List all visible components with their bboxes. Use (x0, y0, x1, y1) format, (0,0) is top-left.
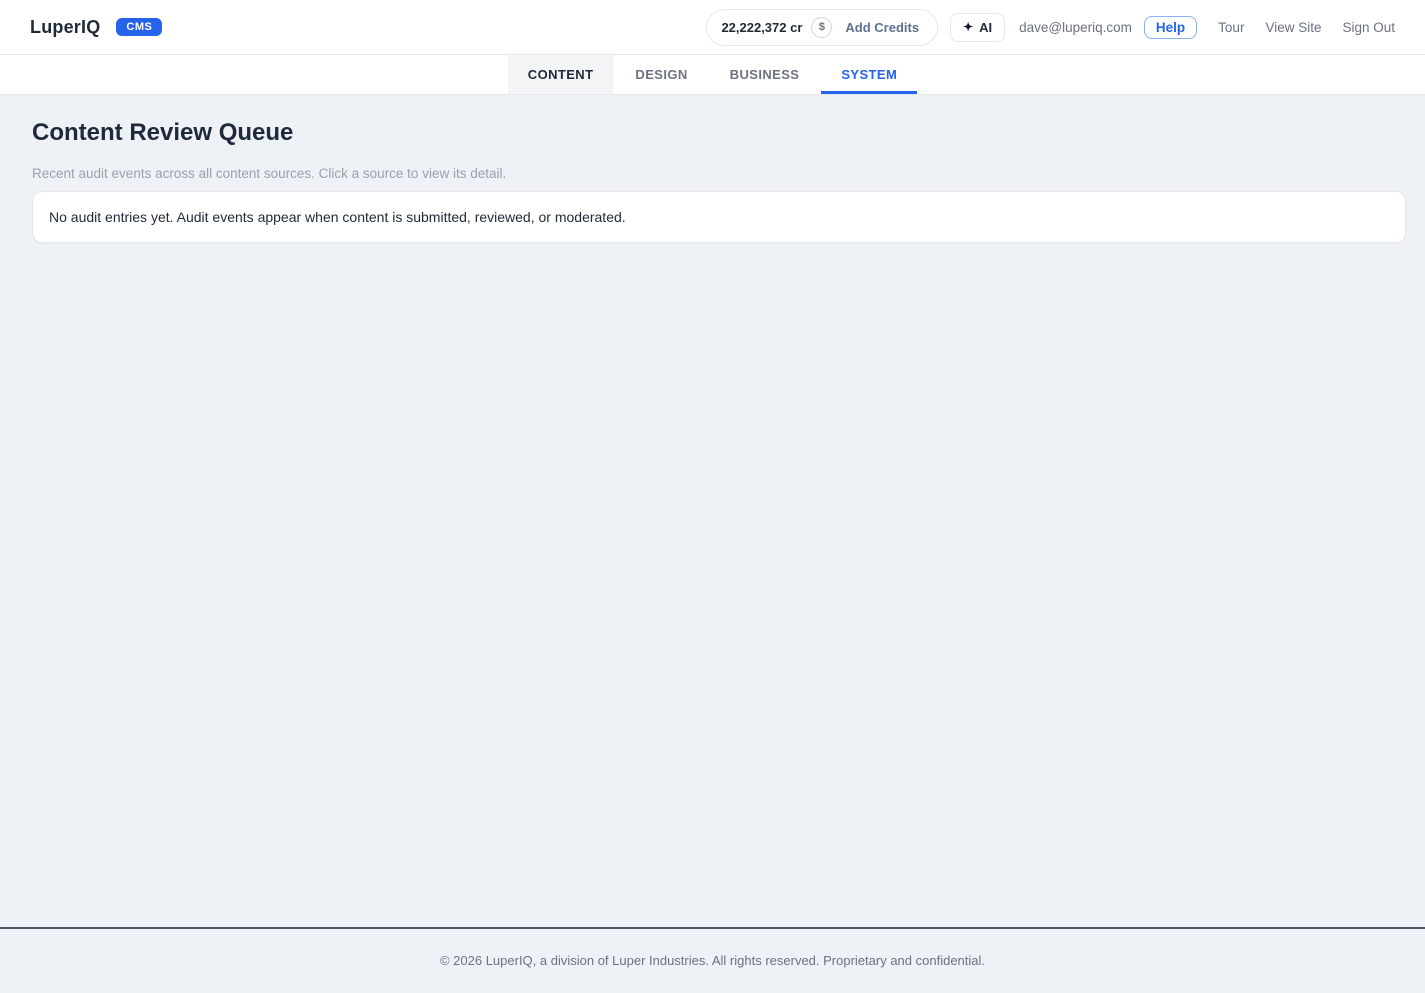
tab-system[interactable]: SYSTEM (821, 55, 917, 94)
credits-amount: 22,222,372 cr (721, 20, 802, 35)
sparkle-icon: ✦ (963, 20, 973, 34)
add-credits-button[interactable]: Add Credits (841, 20, 923, 35)
user-email: dave@luperiq.com (1019, 20, 1132, 35)
view-site-link[interactable]: View Site (1265, 20, 1321, 35)
ai-assistant-button[interactable]: ✦ AI (950, 13, 1005, 42)
ai-button-label: AI (979, 20, 992, 35)
help-button[interactable]: Help (1144, 16, 1197, 39)
tour-link[interactable]: Tour (1218, 20, 1244, 35)
tab-business[interactable]: BUSINESS (710, 55, 820, 94)
page-footer: © 2026 LuperIQ, a division of Luper Indu… (0, 927, 1425, 993)
empty-state-message: No audit entries yet. Audit events appea… (49, 209, 626, 225)
dollar-icon: $ (811, 17, 832, 38)
copyright-text: © 2026 LuperIQ, a division of Luper Indu… (440, 953, 985, 968)
cms-badge: CMS (116, 18, 162, 36)
main-content: Content Review Queue Recent audit events… (0, 95, 1425, 927)
page-title: Content Review Queue (32, 121, 1406, 145)
brand-logo: LuperIQ (30, 17, 100, 38)
tab-content[interactable]: CONTENT (508, 55, 614, 94)
empty-state-card: No audit entries yet. Audit events appea… (32, 191, 1406, 243)
tab-design[interactable]: DESIGN (615, 55, 707, 94)
header-actions: 22,222,372 cr $ Add Credits ✦ AI dave@lu… (706, 9, 1395, 46)
credits-pill: 22,222,372 cr $ Add Credits (706, 9, 938, 46)
page-subtitle: Recent audit events across all content s… (32, 166, 1406, 181)
app-header: LuperIQ CMS 22,222,372 cr $ Add Credits … (0, 0, 1425, 55)
sign-out-link[interactable]: Sign Out (1342, 20, 1395, 35)
primary-tabbar: CONTENT DESIGN BUSINESS SYSTEM (0, 55, 1425, 95)
